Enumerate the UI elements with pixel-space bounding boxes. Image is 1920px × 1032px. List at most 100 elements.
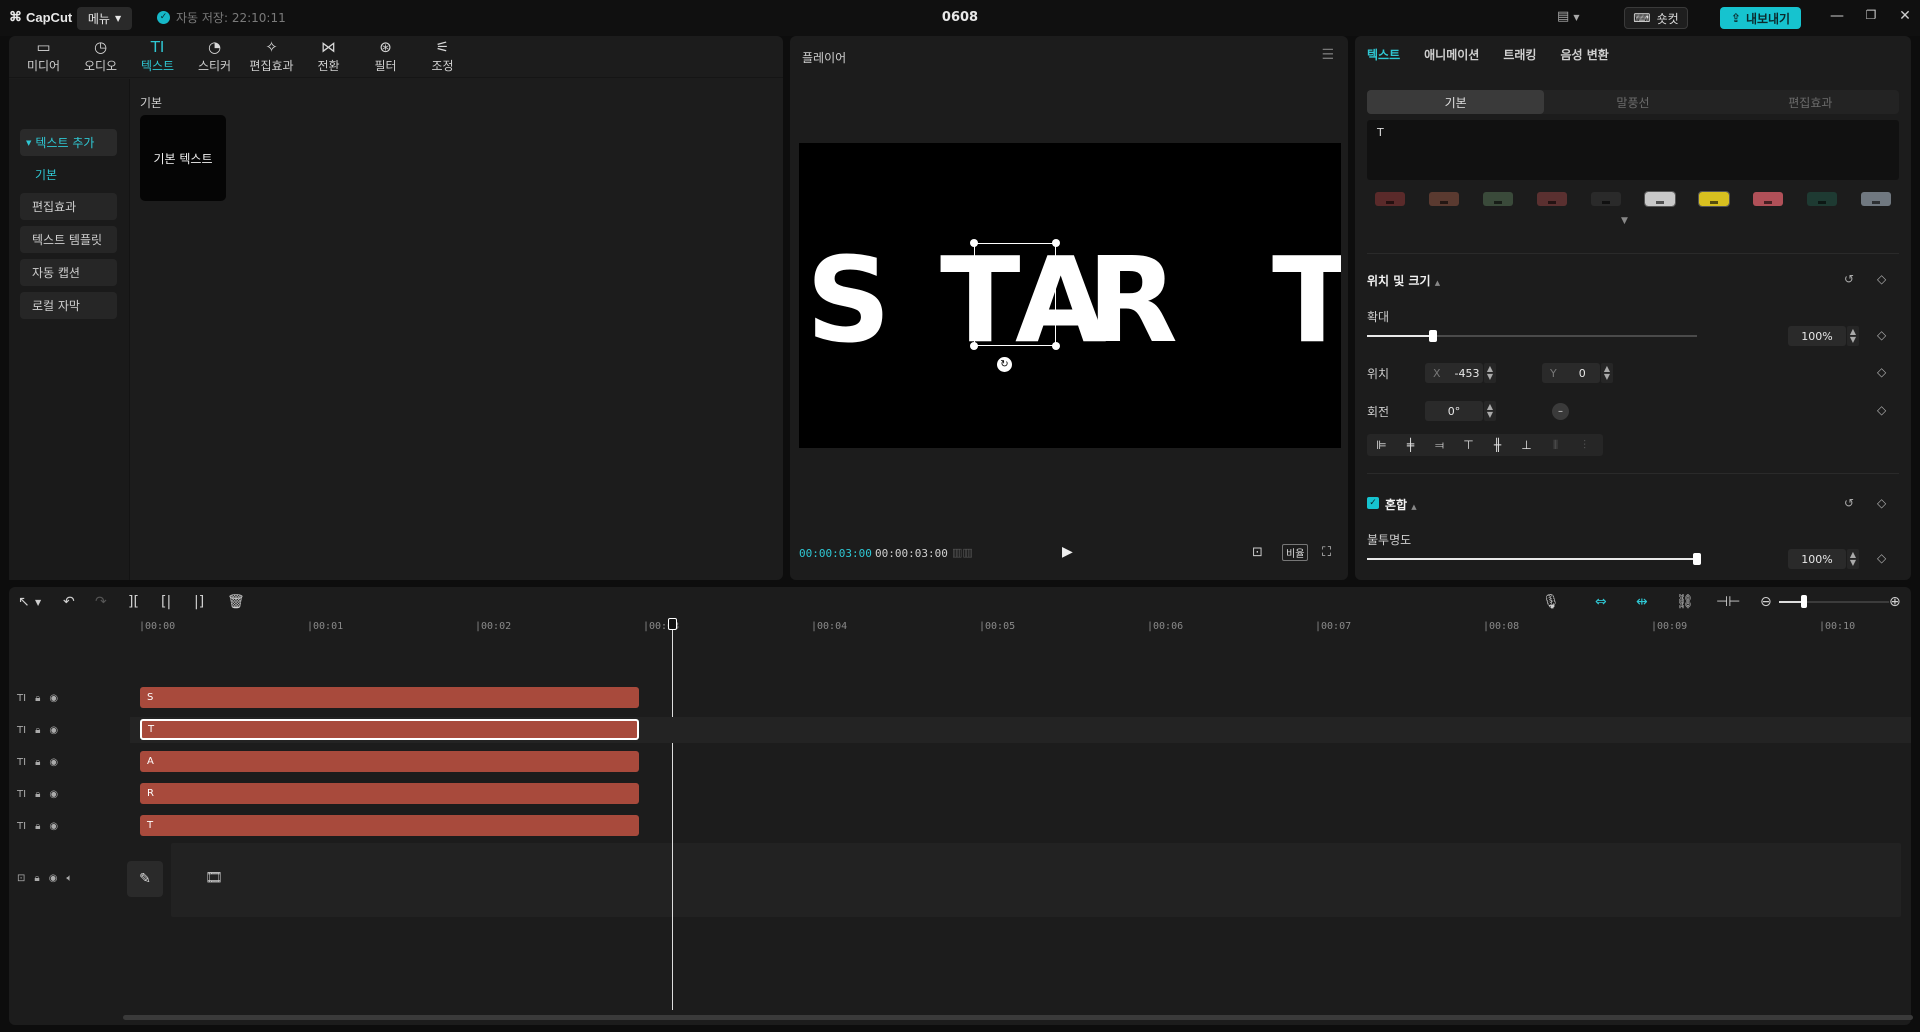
rotation-stepper[interactable]: ▲ ▼ [1484, 401, 1496, 421]
scale-slider[interactable] [1367, 335, 1697, 337]
tool-text[interactable]: TI 텍스트 [129, 36, 186, 78]
reset-icon[interactable]: ↺ [1844, 496, 1854, 510]
tab-voice-change[interactable]: 음성 변환 [1560, 46, 1608, 63]
opacity-slider-knob[interactable] [1693, 553, 1701, 565]
eye-icon[interactable]: ◉ [49, 789, 58, 800]
play-icon[interactable]: ▶ [1062, 544, 1073, 560]
resize-handle[interactable] [970, 342, 978, 350]
lock-icon[interactable]: 🔒︎ [35, 789, 40, 800]
text-clip[interactable]: R [140, 783, 639, 804]
zoom-slider-knob[interactable] [1801, 595, 1807, 608]
opacity-stepper[interactable]: ▲ ▼ [1847, 549, 1859, 569]
position-y-field[interactable]: Y0 [1542, 363, 1600, 383]
selection-box[interactable] [970, 239, 1060, 350]
distribute-v-icon[interactable]: ⫶ [1570, 434, 1599, 456]
style-preset-swatch[interactable] [1698, 191, 1730, 207]
preview-axis-icon[interactable]: ⊣⊢ [1716, 594, 1740, 610]
rotation-field[interactable]: 0° [1425, 401, 1483, 421]
select-tool-icon[interactable]: ↖ [18, 594, 30, 610]
microphone-icon[interactable]: 🎙 [1542, 594, 1560, 610]
align-bottom-icon[interactable]: ⊥ [1512, 434, 1541, 456]
preview-canvas[interactable]: S T A R T ↻ [799, 143, 1341, 448]
style-preset-swatch[interactable] [1591, 192, 1621, 206]
tab-text[interactable]: 텍스트 [1367, 46, 1400, 63]
subtab-bubble[interactable]: 말풍선 [1544, 90, 1721, 114]
fullscreen-icon[interactable]: ⛶ [1322, 545, 1331, 560]
align-right-icon[interactable]: ⫤ [1425, 434, 1454, 456]
player-menu-icon[interactable]: ☰ [1321, 47, 1334, 63]
keyframe-icon[interactable]: ◇ [1877, 551, 1886, 565]
position-size-title[interactable]: 위치 및 크기 ▲ [1367, 272, 1440, 289]
sidebar-item-text-template[interactable]: 텍스트 템플릿 [20, 226, 117, 253]
style-preset-swatch[interactable] [1807, 192, 1837, 206]
zoom-in-icon[interactable]: ⊕ [1889, 594, 1901, 610]
audio-icon[interactable]: 🔈︎ [66, 873, 72, 884]
main-track-magnet-icon[interactable]: ⇔ [1595, 594, 1607, 610]
eye-icon[interactable]: ◉ [49, 757, 58, 768]
lock-icon[interactable]: 🔒︎ [35, 693, 40, 704]
shortcut-button[interactable]: ⌨ 숏컷 [1624, 7, 1688, 29]
blend-title[interactable]: 혼합 ▲ [1385, 496, 1417, 513]
cover-edit-button[interactable]: ✎ [127, 861, 163, 897]
restore-icon[interactable]: ❐ [1861, 8, 1881, 22]
chevron-down-icon[interactable]: ▼ [1621, 216, 1628, 226]
auto-snap-icon[interactable]: ⇹ [1636, 594, 1648, 610]
lock-icon[interactable]: 🔒︎ [34, 873, 39, 884]
text-clip[interactable]: T [140, 719, 639, 740]
style-preset-swatch[interactable] [1644, 191, 1676, 207]
text-clip[interactable]: T [140, 815, 639, 836]
position-x-stepper[interactable]: ▲ ▼ [1484, 363, 1496, 383]
sidebar-item-local-subtitle[interactable]: 로컬 자막 [20, 292, 117, 319]
resize-handle[interactable] [970, 239, 978, 247]
position-y-stepper[interactable]: ▲ ▼ [1601, 363, 1613, 383]
tab-tracking[interactable]: 트래킹 [1503, 46, 1536, 63]
resize-handle[interactable] [1052, 239, 1060, 247]
lock-icon[interactable]: 🔒︎ [35, 821, 40, 832]
tab-animation[interactable]: 애니메이션 [1424, 46, 1479, 63]
text-clip[interactable]: S [140, 687, 639, 708]
rotate-handle-icon[interactable]: ↻ [997, 357, 1012, 372]
trim-left-icon[interactable]: [| [161, 594, 171, 610]
tool-sticker[interactable]: ◔ 스티커 [186, 36, 243, 78]
eye-icon[interactable]: ◉ [49, 873, 58, 884]
zoom-fit-icon[interactable]: ⊡ [1252, 545, 1263, 560]
undo-icon[interactable]: ↶ [63, 594, 75, 610]
keyframe-icon[interactable]: ◇ [1877, 328, 1886, 342]
style-preset-swatch[interactable] [1483, 192, 1513, 206]
align-top-icon[interactable]: ⊤ [1454, 434, 1483, 456]
align-left-icon[interactable]: ⊫ [1367, 434, 1396, 456]
playhead-handle[interactable] [668, 618, 677, 630]
keyframe-icon[interactable]: ◇ [1877, 403, 1886, 417]
lock-icon[interactable]: 🔒︎ [35, 725, 40, 736]
text-content-input[interactable]: T [1367, 120, 1899, 180]
delete-icon[interactable]: 🗑 [227, 594, 245, 610]
lock-icon[interactable]: 🔒︎ [35, 757, 40, 768]
eye-icon[interactable]: ◉ [49, 725, 58, 736]
timeline-scrollbar[interactable] [123, 1015, 1913, 1020]
scale-stepper[interactable]: ▲ ▼ [1847, 326, 1859, 346]
tool-transition[interactable]: ⋈ 전환 [300, 36, 357, 78]
sidebar-item-add-text[interactable]: ▼ 텍스트 추가 [20, 129, 117, 156]
distribute-h-icon[interactable]: ⫴ [1541, 434, 1570, 456]
main-video-track[interactable]: 🎞︎ [171, 843, 1901, 917]
close-icon[interactable]: ✕ [1895, 8, 1915, 24]
ratio-button[interactable]: 비율 [1282, 544, 1309, 561]
scale-value-field[interactable]: 100% [1788, 326, 1846, 346]
zoom-out-icon[interactable]: ⊖ [1760, 594, 1772, 610]
menu-button[interactable]: 메뉴 ▼ [77, 7, 132, 30]
zoom-slider[interactable] [1779, 601, 1889, 603]
redo-icon[interactable]: ↷ [95, 594, 107, 610]
rotation-dial-icon[interactable]: – [1552, 403, 1569, 420]
timecode-grid-icon[interactable]: ▥▥ [952, 546, 973, 559]
subtab-effects[interactable]: 편집효과 [1722, 90, 1899, 114]
sidebar-item-effects[interactable]: 편집효과 [20, 193, 117, 220]
layout-icon[interactable]: ▤ ▼ [1557, 9, 1580, 24]
eye-icon[interactable]: ◉ [49, 821, 58, 832]
keyframe-icon[interactable]: ◇ [1877, 272, 1886, 286]
resize-handle[interactable] [1052, 342, 1060, 350]
style-preset-swatch[interactable] [1375, 192, 1405, 206]
cover-icon[interactable]: ⊡ [17, 873, 25, 884]
link-icon[interactable]: ⛓ [1676, 594, 1694, 610]
keyframe-icon[interactable]: ◇ [1877, 496, 1886, 510]
blend-checkbox[interactable]: ✓ [1367, 497, 1379, 509]
